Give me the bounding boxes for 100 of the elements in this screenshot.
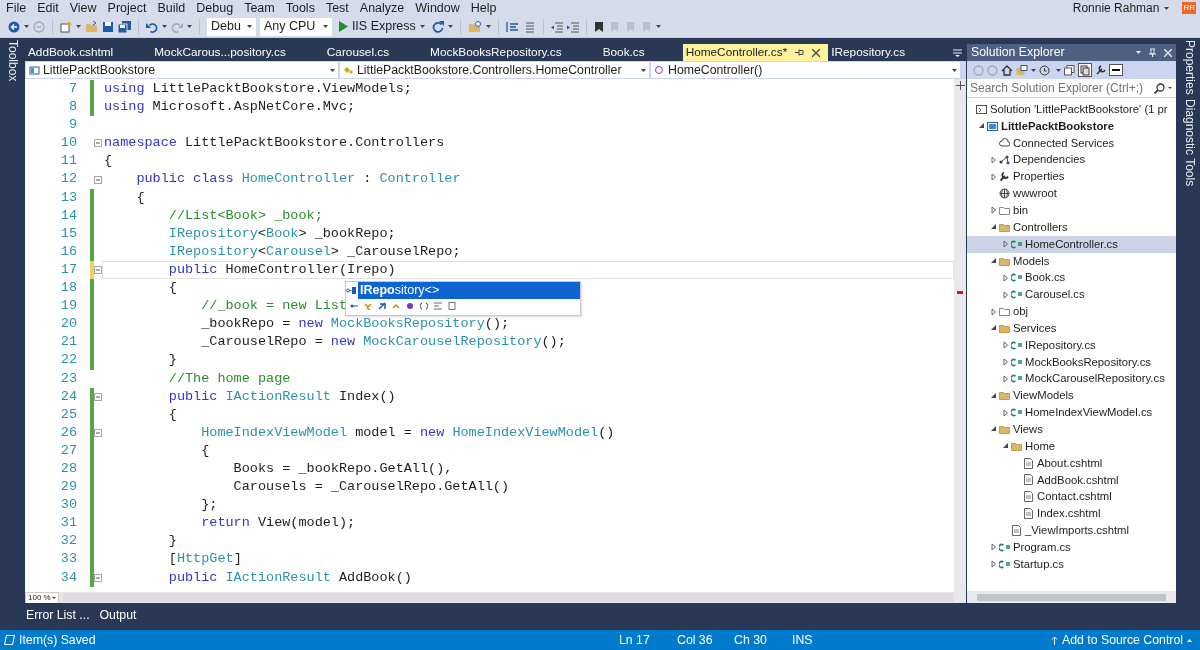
- menu-item[interactable]: Team: [238, 0, 280, 16]
- tree-item[interactable]: Solution 'LittlePacktBookstore' (1 pr: [967, 101, 1176, 118]
- tree-item[interactable]: Connected Services: [967, 134, 1176, 152]
- tree-item[interactable]: Home: [967, 437, 1176, 455]
- expanded-arrow-icon[interactable]: [978, 122, 985, 131]
- collapsed-arrow-icon[interactable]: [990, 543, 997, 552]
- properties-icon[interactable]: [1095, 64, 1106, 76]
- tree-item[interactable]: MockBooksRepository.cs: [967, 353, 1176, 371]
- document-tab[interactable]: HomeController.cs*: [682, 44, 829, 61]
- bookmark-icon[interactable]: [593, 20, 604, 33]
- tree-item[interactable]: About.cshtml: [967, 454, 1176, 472]
- menu-item[interactable]: File: [0, 0, 32, 16]
- menu-item[interactable]: View: [63, 0, 102, 16]
- collapsed-arrow-icon[interactable]: [990, 307, 997, 316]
- caret-icon[interactable]: [76, 25, 81, 28]
- navigation-dropdown[interactable]: LittlePacktBookstore.Controllers.HomeController: [340, 62, 649, 78]
- caret-icon[interactable]: [1136, 51, 1141, 54]
- collapsed-arrow-icon[interactable]: [990, 560, 997, 569]
- menu-item[interactable]: Project: [101, 0, 152, 16]
- caret-icon[interactable]: [1187, 638, 1192, 642]
- pin-icon[interactable]: [795, 48, 805, 57]
- menu-item[interactable]: Test: [319, 0, 354, 16]
- caret-icon[interactable]: [24, 25, 29, 28]
- tree-item[interactable]: Models: [967, 252, 1176, 270]
- horizontal-scrollbar[interactable]: [63, 593, 954, 602]
- collapsed-arrow-icon[interactable]: [1002, 408, 1009, 417]
- close-icon[interactable]: [812, 48, 821, 57]
- source-control-button[interactable]: Add to Source Control: [1062, 630, 1183, 650]
- filter-icon[interactable]: [420, 302, 428, 310]
- document-tab[interactable]: IRepository.cs: [828, 44, 944, 61]
- document-tab[interactable]: Carousel.cs: [323, 44, 428, 61]
- vertical-scrollbar[interactable]: [954, 79, 966, 592]
- comment-icon[interactable]: [505, 20, 519, 33]
- menu-item[interactable]: Help: [464, 0, 502, 16]
- tree-item[interactable]: wwwroot: [967, 185, 1176, 203]
- tree-item[interactable]: LittlePacktBookstore: [967, 117, 1176, 135]
- home-icon[interactable]: [1001, 64, 1013, 76]
- save-all-icon[interactable]: [118, 20, 131, 33]
- switch-views-icon[interactable]: [1016, 64, 1028, 76]
- filter-icon[interactable]: [350, 302, 358, 310]
- filter-icon[interactable]: [378, 302, 386, 310]
- caret-icon[interactable]: [655, 25, 661, 28]
- tree-item[interactable]: Book.cs: [967, 269, 1176, 287]
- menu-item[interactable]: Tools: [279, 0, 320, 16]
- undo-icon[interactable]: [146, 20, 158, 33]
- tree-item[interactable]: Properties: [967, 168, 1176, 186]
- collapsed-arrow-icon[interactable]: [1002, 358, 1009, 367]
- collapse-all-icon[interactable]: [1064, 64, 1075, 76]
- collapsed-arrow-icon[interactable]: [1002, 341, 1009, 350]
- caret-icon[interactable]: [162, 25, 167, 28]
- tree-item[interactable]: Index.cshtml: [967, 505, 1176, 523]
- tool-window-tab[interactable]: Toolbox: [0, 38, 26, 84]
- preview-icon[interactable]: [1109, 64, 1123, 76]
- menu-item[interactable]: Build: [151, 0, 191, 16]
- tree-item[interactable]: ViewModels: [967, 387, 1176, 405]
- expanded-arrow-icon[interactable]: [1002, 442, 1009, 451]
- search-icon[interactable]: [1154, 82, 1165, 94]
- tree-item[interactable]: Controllers: [967, 218, 1176, 236]
- caret-icon[interactable]: [1164, 6, 1170, 10]
- tree-item[interactable]: HomeIndexViewModel.cs: [967, 404, 1176, 422]
- document-tab[interactable]: AddBook.cshtml: [25, 44, 152, 61]
- expanded-arrow-icon[interactable]: [990, 257, 997, 265]
- tree-item[interactable]: Dependencies: [967, 151, 1176, 169]
- collapsed-arrow-icon[interactable]: [990, 206, 997, 215]
- caret-icon[interactable]: [485, 25, 491, 28]
- expanded-arrow-icon[interactable]: [990, 324, 997, 333]
- document-tab[interactable]: MockBooksRepository.cs: [427, 44, 600, 61]
- refresh-icon[interactable]: [431, 20, 444, 33]
- split-icon[interactable]: [955, 81, 965, 90]
- configuration-combo[interactable]: Debu: [207, 17, 256, 36]
- tree-item[interactable]: Services: [967, 319, 1176, 337]
- collapsed-arrow-icon[interactable]: [1002, 374, 1009, 383]
- collapsed-arrow-icon[interactable]: [990, 172, 997, 181]
- collapsed-arrow-icon[interactable]: [1002, 240, 1009, 249]
- back-icon[interactable]: [8, 20, 20, 33]
- navigation-dropdown[interactable]: LittlePacktBookstore: [26, 62, 338, 78]
- find-in-files-icon[interactable]: [467, 19, 482, 34]
- tree-item[interactable]: Views: [967, 421, 1176, 438]
- filter-icon[interactable]: [448, 302, 456, 310]
- collapsed-arrow-icon[interactable]: [1002, 290, 1009, 299]
- caret-icon[interactable]: [187, 25, 192, 28]
- collapsed-arrow-icon[interactable]: [990, 155, 997, 164]
- tab-overflow-icon[interactable]: [953, 48, 962, 57]
- collapsed-arrow-icon[interactable]: [1002, 273, 1009, 282]
- tree-item[interactable]: IRepository.cs: [967, 336, 1176, 354]
- tool-window-tab[interactable]: Diagnostic Tools: [1177, 96, 1200, 188]
- menu-item[interactable]: Window: [409, 0, 465, 16]
- expanded-arrow-icon[interactable]: [990, 425, 997, 434]
- expanded-arrow-icon[interactable]: [990, 391, 997, 400]
- completion-item[interactable]: IRepository<>: [358, 282, 580, 299]
- tree-item[interactable]: Carousel.cs: [967, 286, 1176, 304]
- tree-item[interactable]: bin: [967, 202, 1176, 219]
- navigation-dropdown[interactable]: HomeController(): [651, 62, 960, 78]
- outdent-icon[interactable]: [550, 20, 563, 33]
- panel-tab[interactable]: Output: [98, 608, 138, 626]
- tree-item[interactable]: Startup.cs: [967, 555, 1176, 573]
- document-tab[interactable]: MockCarous...pository.cs: [151, 44, 324, 61]
- search-field[interactable]: Search Solution Explorer (Ctrl+;): [967, 79, 1176, 98]
- tree-item[interactable]: HomeController.cs: [967, 235, 1176, 253]
- user-name[interactable]: Ronnie Rahman: [1072, 0, 1160, 17]
